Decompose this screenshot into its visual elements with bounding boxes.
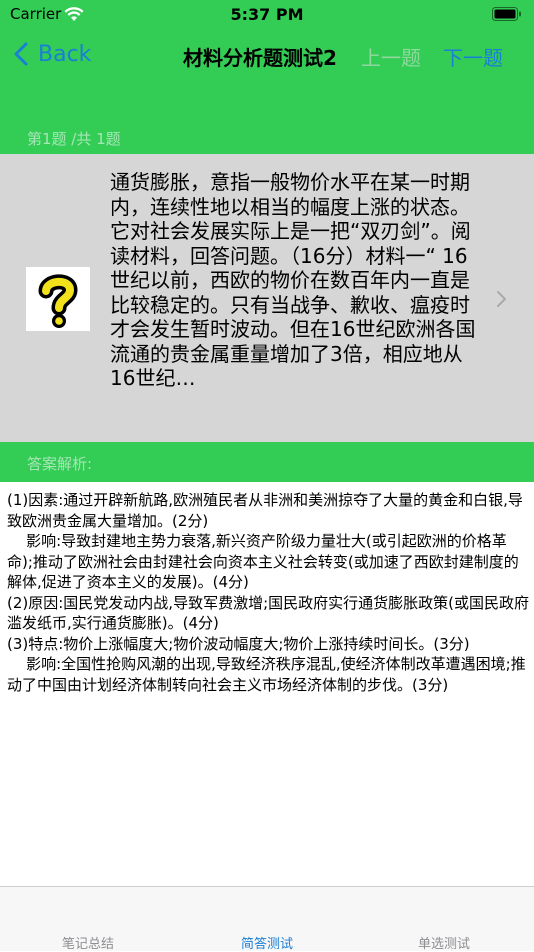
battery-icon [492,7,521,21]
answer-header-label: 答案解析: [27,455,93,473]
answer-text: (1)因素:通过开辟新航路,欧洲殖民者从非洲和美洲掠夺了大量的黄金和白银,导致欧… [7,491,529,694]
question-text: 通货膨胀，意指一般物价水平在某一时期内，连续性地以相当的幅度上涨的状态。它对社会… [110,170,476,390]
chevron-right-icon [497,291,506,307]
tab-short-answer-test[interactable]: 简答测试 [207,933,327,952]
question-counter: 第1题 /共 1题 [27,130,121,148]
answer-section-header: 答案解析: [0,442,534,482]
question-section-header: 第1题 /共 1题 [0,124,534,154]
status-time: 5:37 PM [230,5,304,24]
question-mark-icon [26,267,90,331]
previous-question-button[interactable]: 上一题 [361,42,421,71]
status-bar: Carrier 5:37 PM [0,0,534,30]
navigation-bar: Back 材料分析题测试2 上一题 下一题 [0,30,534,80]
page-title: 材料分析题测试2 [183,46,337,70]
back-button[interactable]: Back [14,38,91,70]
tab-notes-summary[interactable]: 笔记总结 [28,933,148,952]
back-label: Back [38,41,92,67]
next-question-button[interactable]: 下一题 [443,42,503,71]
chevron-left-icon [14,42,28,66]
tab-single-choice-test[interactable]: 单选测试 [384,933,504,952]
tab-bar: 笔记总结 简答测试 单选测试 [0,886,534,952]
header-spacer [0,80,534,124]
